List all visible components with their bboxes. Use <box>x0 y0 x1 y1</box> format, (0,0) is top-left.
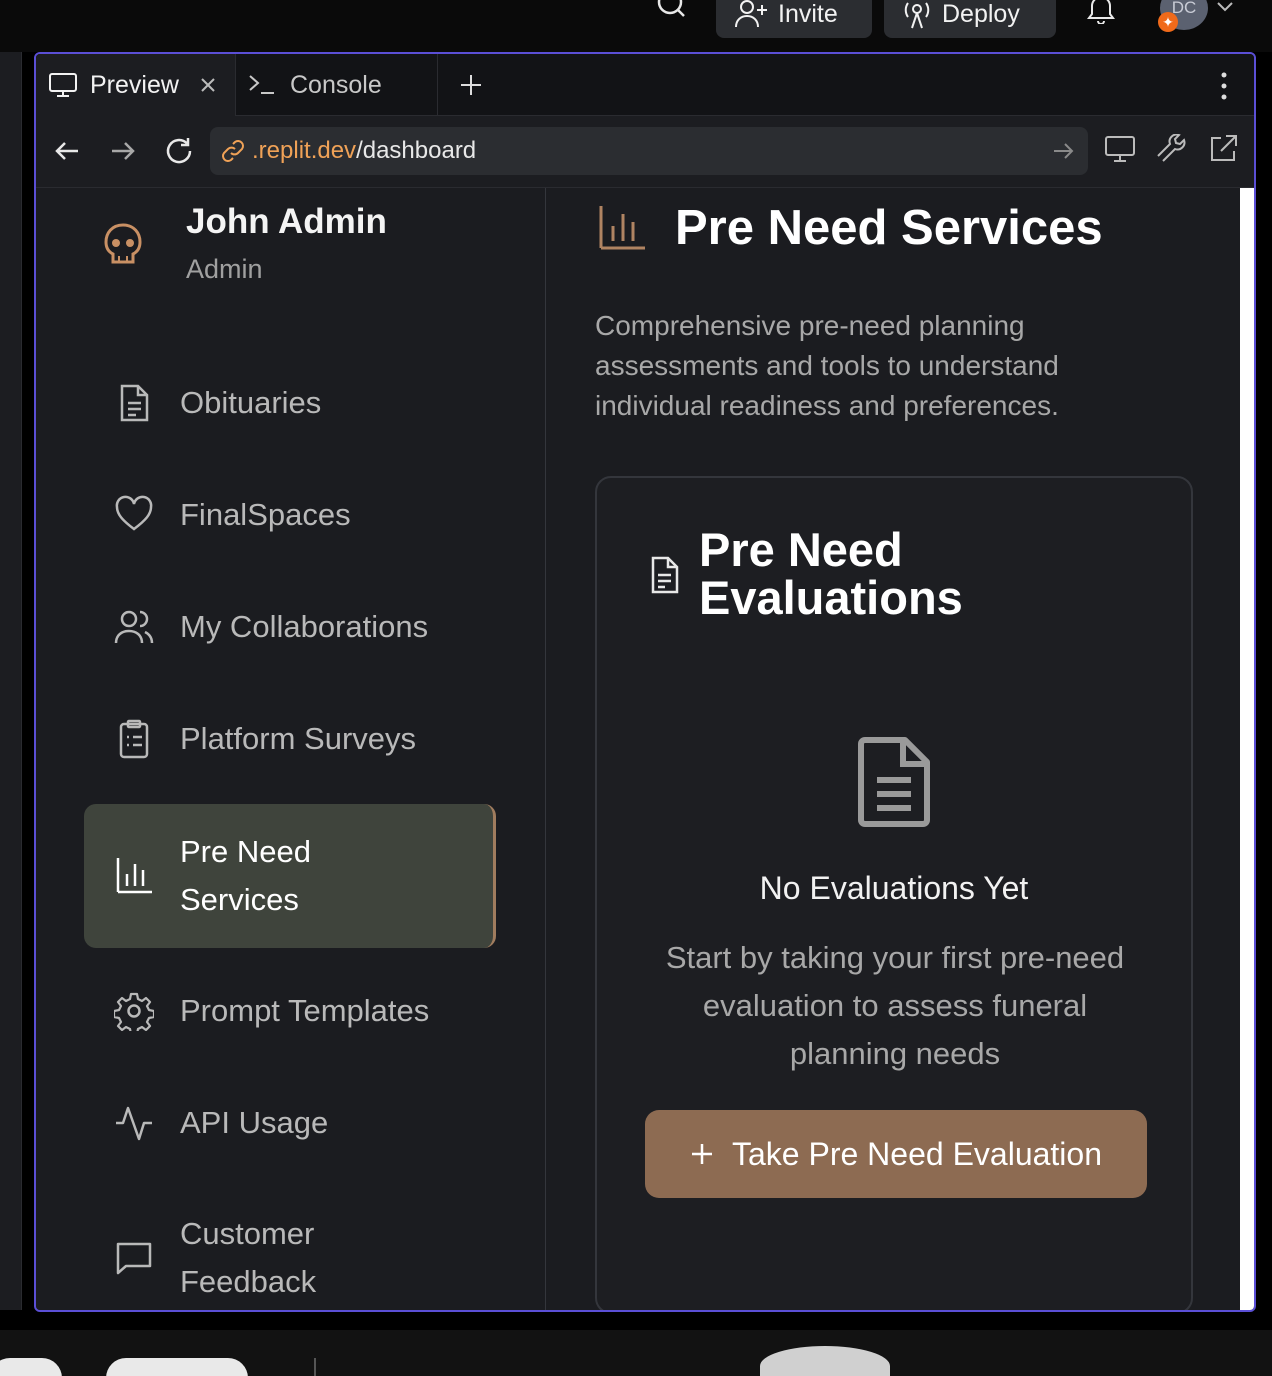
take-evaluation-button[interactable]: Take Pre Need Evaluation <box>645 1110 1147 1198</box>
deploy-label: Deploy <box>942 0 1020 28</box>
tab-console-label: Console <box>290 70 382 99</box>
sidebar-item-label: Platform Surveys <box>180 721 417 756</box>
go-arrow-icon[interactable] <box>1052 141 1074 161</box>
users-icon <box>114 610 154 644</box>
plus-icon <box>692 1144 712 1164</box>
url-path: /dashboard <box>356 137 477 164</box>
bar-chart-icon <box>116 858 152 894</box>
deploy-icon <box>904 2 930 29</box>
sidebar-item-obituaries[interactable]: Obituaries <box>84 376 496 430</box>
wrench-icon[interactable] <box>1156 134 1188 164</box>
app-viewport: John Admin Admin Obituaries FinalSpaces <box>36 188 1254 1310</box>
url-bar: .replit.dev/dashboard <box>36 116 1254 188</box>
terminal-icon <box>249 75 274 94</box>
close-icon[interactable] <box>199 76 217 94</box>
empty-state-description: Start by taking your first pre-need eval… <box>665 940 1125 1071</box>
document-icon <box>120 384 149 422</box>
forward-arrow-icon[interactable] <box>110 138 136 164</box>
url-input[interactable]: .replit.dev/dashboard <box>210 127 1088 175</box>
sidebar-item-prompt-templates[interactable]: Prompt Templates <box>84 984 496 1038</box>
sidebar-item-label: Pre Need Services <box>180 834 311 917</box>
search-icon[interactable] <box>656 0 688 22</box>
tab-console[interactable]: Console <box>236 54 438 116</box>
page-description: Comprehensive pre-need planning assessme… <box>595 310 1059 421</box>
take-evaluation-label: Take Pre Need Evaluation <box>732 1135 1102 1172</box>
dock-divider <box>314 1358 316 1376</box>
gear-icon <box>114 992 154 1031</box>
card-title: Pre Need Evaluations <box>699 523 963 624</box>
skull-icon <box>104 223 142 264</box>
sidebar-item-finalspaces[interactable]: FinalSpaces <box>84 488 496 542</box>
heart-icon <box>115 495 153 531</box>
user-name: John Admin <box>186 202 387 241</box>
sidebar-item-api-usage[interactable]: API Usage <box>84 1096 496 1150</box>
more-options-icon[interactable] <box>1220 72 1228 100</box>
document-icon <box>651 556 679 594</box>
sidebar-item-label: Customer Feedback <box>180 1216 317 1299</box>
avatar-badge: ✦ <box>1158 12 1178 32</box>
refresh-icon[interactable] <box>164 136 196 166</box>
workspace-header: Invite Deploy DC ✦ <box>0 0 1272 52</box>
sidebar-item-label: FinalSpaces <box>180 497 351 532</box>
dock <box>0 1330 1272 1376</box>
dock-item[interactable] <box>106 1358 248 1376</box>
monitor-icon <box>49 73 77 97</box>
sidebar-item-label: Obituaries <box>180 385 322 420</box>
add-tab-icon[interactable] <box>460 74 482 96</box>
trash-icon[interactable] <box>760 1346 890 1376</box>
link-icon <box>222 140 244 162</box>
scrollbar[interactable] <box>1240 188 1254 1310</box>
bell-icon[interactable] <box>1086 0 1116 24</box>
sidebar-item-label: API Usage <box>180 1105 329 1140</box>
deploy-button[interactable]: Deploy <box>884 0 1056 38</box>
sidebar-item-label: Prompt Templates <box>180 993 430 1028</box>
tab-preview-label: Preview <box>90 70 179 99</box>
tab-preview[interactable]: Preview <box>36 54 236 116</box>
device-icon[interactable] <box>1104 134 1136 164</box>
empty-state-title: No Evaluations Yet <box>759 870 1029 906</box>
main-content: Pre Need Services Comprehensive pre-need… <box>547 188 1254 1310</box>
activity-icon <box>116 1106 152 1141</box>
adjacent-pane <box>0 52 22 1310</box>
sidebar-item-pre-need-services[interactable]: Pre Need Services <box>84 804 496 948</box>
url-domain: .replit.dev <box>252 137 357 164</box>
dock-item[interactable] <box>0 1358 62 1376</box>
sidebar-item-platform-surveys[interactable]: Platform Surveys <box>84 712 496 766</box>
message-icon <box>116 1242 152 1275</box>
invite-button[interactable]: Invite <box>716 0 872 38</box>
invite-label: Invite <box>778 0 838 28</box>
sidebar-item-my-collaborations[interactable]: My Collaborations <box>84 600 496 654</box>
sidebar: John Admin Admin Obituaries FinalSpaces <box>36 188 546 1310</box>
sidebar-item-label: My Collaborations <box>180 609 429 644</box>
external-link-icon[interactable] <box>1208 134 1238 164</box>
evaluations-card: Pre Need Evaluations No Evaluations Yet … <box>595 476 1193 1310</box>
bar-chart-icon <box>599 206 645 250</box>
pane-tab-bar: Preview Console <box>36 54 1254 116</box>
back-arrow-icon[interactable] <box>54 138 80 164</box>
empty-document-icon <box>858 737 930 827</box>
preview-pane: Preview Console .replit.dev/dashboard Jo… <box>34 52 1256 1312</box>
page-title: Pre Need Services <box>675 201 1103 255</box>
clipboard-icon <box>119 719 149 759</box>
invite-icon <box>735 0 767 28</box>
user-role: Admin <box>186 254 263 284</box>
sidebar-item-customer-feedback[interactable]: Customer Feedback <box>84 1210 496 1306</box>
chevron-down-icon[interactable] <box>1216 0 1234 14</box>
